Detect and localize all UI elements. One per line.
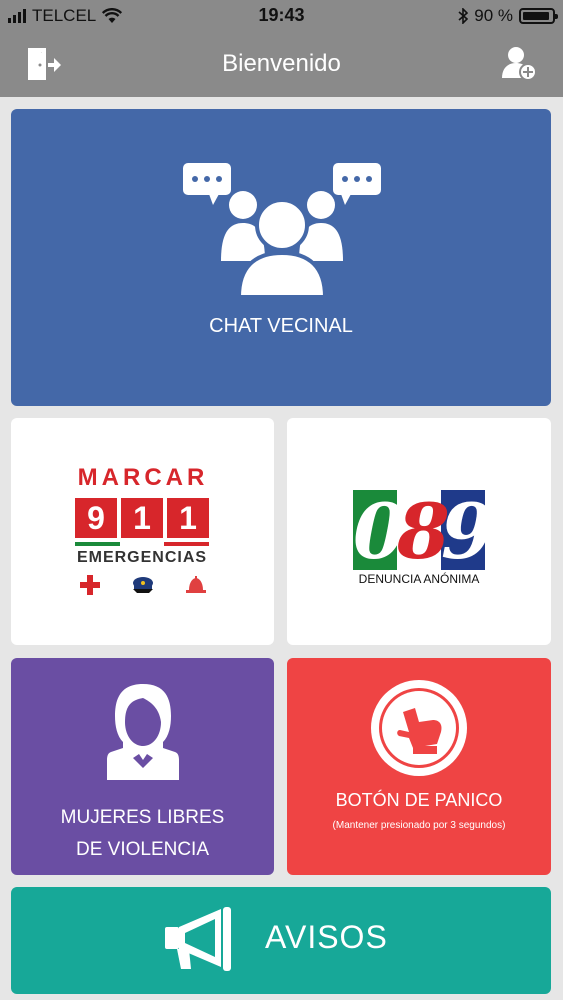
woman-icon <box>107 684 179 780</box>
mujeres-label-line2: DE VIOLENCIA <box>75 839 210 860</box>
emergencias-label: EMERGENCIAS <box>76 549 208 566</box>
add-user-button[interactable] <box>500 44 540 84</box>
logo-089: 0 8 9 <box>353 490 485 584</box>
boton-panico-label: BOTÓN DE PANICO <box>335 790 503 810</box>
marcar-911-tile[interactable]: MARCAR 9 1 1 EMERGENCIAS <box>11 418 274 645</box>
status-bar: TELCEL 19:43 90 % <box>0 0 563 30</box>
red-cross-icon <box>80 575 100 595</box>
logo-089-digits: 0 8 9 <box>353 490 485 576</box>
mujeres-tile[interactable]: MUJERES LIBRES DE VIOLENCIA <box>11 658 274 875</box>
megaphone-icon <box>165 907 231 971</box>
avisos-tile[interactable]: AVISOS <box>11 887 551 994</box>
battery-icon <box>519 8 558 24</box>
bluetooth-icon <box>458 8 469 24</box>
fire-helmet-icon <box>186 576 206 593</box>
marcar-911-heading: MARCAR <box>77 464 209 491</box>
boton-panico-tile[interactable]: BOTÓN DE PANICO (Mantener presionado por… <box>287 658 551 875</box>
status-right: 90 % <box>458 6 558 26</box>
chat-vecinal-tile[interactable]: CHAT VECINAL <box>11 109 551 406</box>
page-title: Bienvenido <box>222 50 341 77</box>
nav-bar: Bienvenido <box>0 30 563 97</box>
group-chat-icon <box>183 163 381 299</box>
battery-percent: 90 % <box>474 6 513 25</box>
denuncia-anonima-label: DENUNCIA ANÓNIMA <box>358 572 480 586</box>
marcar-911-digits: 9 1 1 <box>75 498 209 538</box>
avisos-label: AVISOS <box>265 919 388 955</box>
police-cap-icon <box>133 577 153 593</box>
denuncia-089-tile[interactable]: 0 8 9 DENUNCIA ANÓNIMA <box>287 418 551 645</box>
mujeres-label: MUJERES LIBRES DE VIOLENCIA <box>11 802 274 866</box>
digit-box: 1 <box>167 498 209 538</box>
flag-stripe <box>75 542 210 546</box>
boton-panico-sublabel: (Mantener presionado por 3 segundos) <box>332 820 506 831</box>
digit-box: 9 <box>75 498 117 538</box>
digit-box: 1 <box>121 498 163 538</box>
add-user-icon <box>502 47 537 81</box>
mujeres-label-line1: MUJERES LIBRES <box>60 807 225 828</box>
chat-vecinal-label: CHAT VECINAL <box>209 315 353 337</box>
panic-hand-icon <box>371 680 467 776</box>
